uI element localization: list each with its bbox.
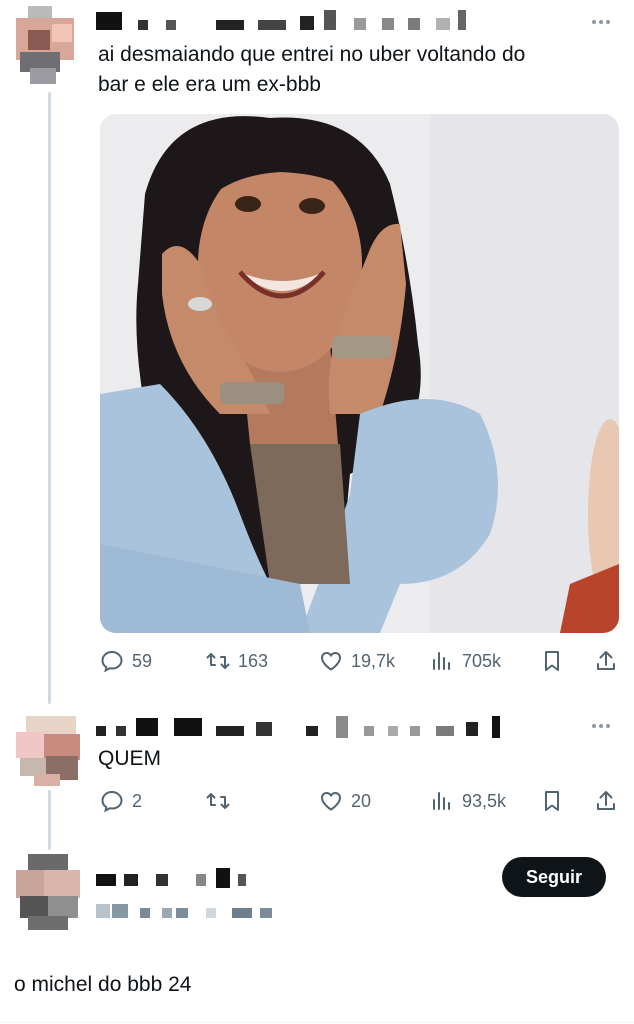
- bookmark-icon: [545, 651, 559, 671]
- like-count: 20: [351, 790, 372, 811]
- tweet-photo-image: [100, 114, 619, 633]
- views-count: 93,5k: [462, 790, 507, 811]
- share-icon: [597, 651, 615, 670]
- more-icon[interactable]: [592, 724, 616, 730]
- share-button[interactable]: [594, 785, 618, 817]
- views-button[interactable]: 705k: [430, 645, 501, 677]
- bookmark-button[interactable]: [540, 645, 564, 677]
- avatar[interactable]: [16, 852, 80, 932]
- thread-line: [48, 92, 51, 704]
- views-icon: [433, 652, 450, 670]
- reply-actions: 2 20 93,5k: [100, 785, 620, 817]
- like-icon: [320, 791, 342, 811]
- tweet-photo[interactable]: [100, 114, 619, 633]
- like-icon: [320, 651, 342, 671]
- like-button[interactable]: 19,7k: [319, 645, 395, 677]
- reply-text: QUEM: [98, 747, 161, 770]
- reply-icon: [101, 650, 123, 673]
- reply-icon: [101, 790, 123, 813]
- reply-handle-censored[interactable]: [96, 900, 296, 922]
- retweet-button[interactable]: [206, 785, 238, 817]
- retweet-count: 163: [238, 650, 269, 671]
- share-icon: [597, 791, 615, 810]
- author-name-censored[interactable]: [96, 10, 466, 32]
- tweet-actions: 59 163 19,7k 705k: [100, 645, 620, 677]
- reply-count: 2: [132, 790, 143, 811]
- bookmark-button[interactable]: [540, 785, 564, 817]
- retweet-icon: [206, 793, 230, 809]
- like-button[interactable]: 20: [319, 785, 371, 817]
- views-count: 705k: [462, 650, 502, 671]
- avatar[interactable]: [16, 6, 80, 86]
- reply-button[interactable]: 2: [100, 785, 142, 817]
- retweet-icon: [206, 653, 230, 669]
- tweet-text-line: bar e ele era um ex-bbb: [98, 73, 321, 96]
- views-button[interactable]: 93,5k: [430, 785, 506, 817]
- reply-author-censored[interactable]: [96, 716, 500, 738]
- share-button[interactable]: [594, 645, 618, 677]
- reply-count: 59: [132, 650, 153, 671]
- bookmark-icon: [545, 791, 559, 811]
- more-icon[interactable]: [592, 20, 616, 26]
- like-count: 19,7k: [351, 650, 396, 671]
- reply-author-censored[interactable]: [96, 868, 296, 890]
- reply-button[interactable]: 59: [100, 645, 152, 677]
- thread-line: [48, 790, 51, 850]
- retweet-button[interactable]: 163: [206, 645, 268, 677]
- avatar[interactable]: [16, 712, 80, 792]
- views-icon: [433, 792, 450, 810]
- follow-button[interactable]: Seguir: [502, 857, 606, 897]
- tweet-text: ai desmaiando que entrei no uber voltand…: [98, 40, 618, 100]
- reply-text: o michel do bbb 24: [14, 973, 192, 996]
- divider: [0, 1022, 634, 1023]
- tweet-text-line: ai desmaiando que entrei no uber voltand…: [98, 43, 526, 66]
